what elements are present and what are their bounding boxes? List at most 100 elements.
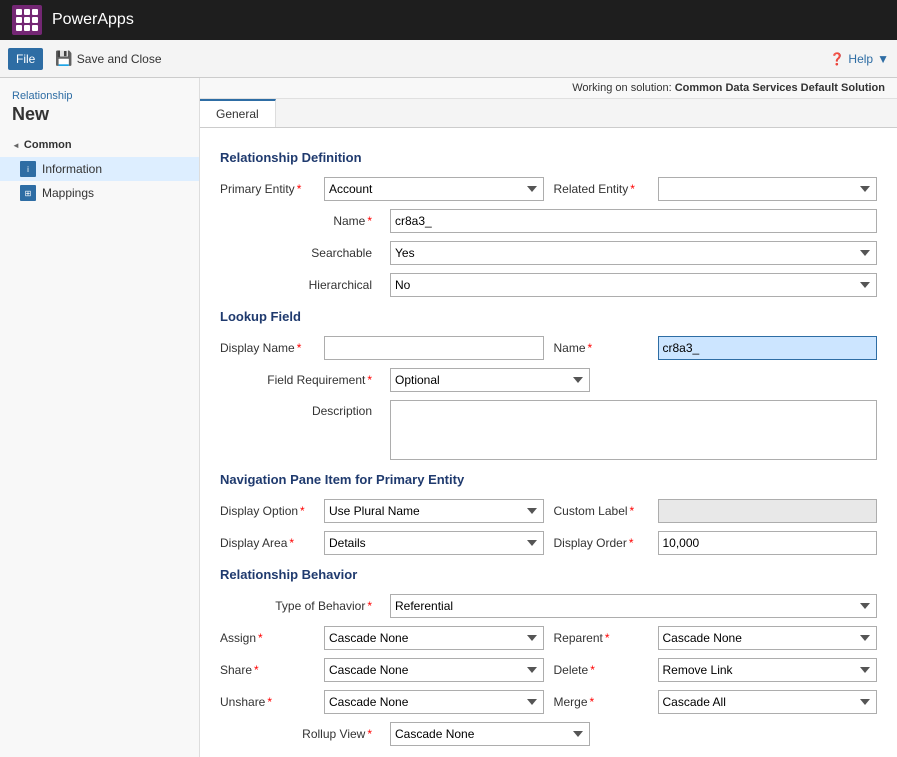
solution-name: Common Data Services Default Solution: [675, 82, 885, 94]
unshare-label: Unshare*: [220, 695, 320, 709]
assign-select[interactable]: Cascade NoneCascade All: [324, 626, 544, 650]
lookup-name-field: [658, 336, 878, 360]
delete-select[interactable]: Remove LinkRestrictCascade All: [658, 658, 878, 682]
display-option-col: Display Option* Use Plural Name Use Cust…: [220, 499, 544, 523]
display-area-row: Display Area* Details Marketing Sales Se…: [220, 531, 877, 555]
reparent-select[interactable]: Cascade NoneCascade All: [658, 626, 878, 650]
form-content: Relationship Definition Primary Entity* …: [200, 128, 897, 757]
name-input[interactable]: [390, 209, 877, 233]
hierarchical-select[interactable]: No Yes: [390, 273, 877, 297]
primary-entity-label: Primary Entity*: [220, 182, 320, 196]
section-navigation-pane: Navigation Pane Item for Primary Entity: [220, 472, 877, 487]
delete-col: Delete* Remove LinkRestrictCascade All: [554, 658, 878, 682]
sidebar-item-mappings-label: Mappings: [42, 186, 94, 200]
sidebar-item-information[interactable]: i Information: [0, 157, 199, 181]
type-behavior-select[interactable]: Referential Parental Configurable Cascad…: [390, 594, 877, 618]
custom-label-label: Custom Label*: [554, 504, 654, 518]
reparent-field: Cascade NoneCascade All: [658, 626, 878, 650]
description-textarea[interactable]: [390, 400, 877, 460]
field-requirement-select[interactable]: Optional Required Recommended: [390, 368, 590, 392]
searchable-row: Searchable Yes No: [220, 241, 877, 265]
type-behavior-label: Type of Behavior*: [220, 599, 380, 613]
display-option-field: Use Plural Name Use Custom Label Do not …: [324, 499, 544, 523]
reparent-col: Reparent* Cascade NoneCascade All: [554, 626, 878, 650]
save-button[interactable]: 💾 Save and Close: [47, 46, 169, 71]
sidebar-item-mappings[interactable]: ⊞ Mappings: [0, 181, 199, 205]
name-field: [390, 209, 877, 233]
lookup-display-name-input[interactable]: [324, 336, 544, 360]
toolbar-left: File 💾 Save and Close: [8, 46, 170, 71]
app-title: PowerApps: [52, 11, 134, 29]
sidebar-record-name: New: [0, 104, 199, 133]
lookup-display-name-field: [324, 336, 544, 360]
sidebar: Relationship New Common i Information ⊞ …: [0, 78, 200, 757]
lookup-display-name-col: Display Name*: [220, 336, 544, 360]
display-option-row: Display Option* Use Plural Name Use Cust…: [220, 499, 877, 523]
assign-label: Assign*: [220, 631, 320, 645]
display-area-field: Details Marketing Sales Service: [324, 531, 544, 555]
field-requirement-field: Optional Required Recommended: [390, 368, 590, 392]
delete-label: Delete*: [554, 663, 654, 677]
toolbar-right[interactable]: ❓ Help ▼: [829, 52, 889, 66]
display-option-label: Display Option*: [220, 504, 320, 518]
display-order-field: [658, 531, 878, 555]
display-option-select[interactable]: Use Plural Name Use Custom Label Do not …: [324, 499, 544, 523]
share-field: Cascade NoneCascade All: [324, 658, 544, 682]
related-entity-col: Related Entity*: [554, 177, 878, 201]
share-select[interactable]: Cascade NoneCascade All: [324, 658, 544, 682]
searchable-label: Searchable: [220, 246, 380, 260]
lookup-name-row: Display Name* Name*: [220, 336, 877, 360]
toolbar: File 💾 Save and Close ❓ Help ▼: [0, 40, 897, 78]
display-order-input[interactable]: [658, 531, 878, 555]
app-grid-icon[interactable]: [12, 5, 42, 35]
help-label: Help: [848, 52, 873, 66]
description-row: Description: [220, 400, 877, 460]
help-dropdown-icon: ▼: [877, 52, 889, 66]
hierarchical-label: Hierarchical: [220, 278, 380, 292]
merge-select[interactable]: Cascade AllCascade None: [658, 690, 878, 714]
delete-field: Remove LinkRestrictCascade All: [658, 658, 878, 682]
custom-label-input[interactable]: [658, 499, 878, 523]
reparent-label: Reparent*: [554, 631, 654, 645]
related-entity-select[interactable]: [658, 177, 878, 201]
share-label: Share*: [220, 663, 320, 677]
top-bar: PowerApps: [0, 0, 897, 40]
save-close-label: Save and Close: [77, 52, 162, 66]
primary-entity-select[interactable]: Account: [324, 177, 544, 201]
unshare-merge-row: Unshare* Cascade NoneCascade All Merge*: [220, 690, 877, 714]
merge-col: Merge* Cascade AllCascade None: [554, 690, 878, 714]
related-entity-field: [658, 177, 878, 201]
lookup-name-col: Name*: [554, 336, 878, 360]
section-lookup-field: Lookup Field: [220, 309, 877, 324]
display-area-select[interactable]: Details Marketing Sales Service: [324, 531, 544, 555]
lookup-name-input[interactable]: [658, 336, 878, 360]
description-field: [390, 400, 877, 460]
mappings-icon: ⊞: [20, 185, 36, 201]
custom-label-field: [658, 499, 878, 523]
display-area-label: Display Area*: [220, 536, 320, 550]
display-area-col: Display Area* Details Marketing Sales Se…: [220, 531, 544, 555]
file-button[interactable]: File: [8, 48, 43, 70]
sidebar-item-information-label: Information: [42, 162, 102, 176]
rollup-field: Cascade NoneCascade All: [390, 722, 590, 746]
description-label: Description: [220, 400, 380, 418]
grid-dots: [16, 9, 38, 31]
field-requirement-row: Field Requirement* Optional Required Rec…: [220, 368, 877, 392]
rollup-select[interactable]: Cascade NoneCascade All: [390, 722, 590, 746]
searchable-field: Yes No: [390, 241, 877, 265]
unshare-select[interactable]: Cascade NoneCascade All: [324, 690, 544, 714]
sidebar-section-header[interactable]: Common: [0, 133, 199, 157]
share-col: Share* Cascade NoneCascade All: [220, 658, 544, 682]
display-order-col: Display Order*: [554, 531, 878, 555]
section-relationship-definition: Relationship Definition: [220, 150, 877, 165]
help-circle-icon: ❓: [829, 52, 844, 66]
rollup-row: Rollup View* Cascade NoneCascade All: [220, 722, 877, 746]
name-label: Name*: [220, 214, 380, 228]
tab-general[interactable]: General: [200, 99, 276, 127]
primary-entity-field: Account: [324, 177, 544, 201]
floppy-disk-icon: 💾: [55, 50, 72, 67]
unshare-field: Cascade NoneCascade All: [324, 690, 544, 714]
searchable-select[interactable]: Yes No: [390, 241, 877, 265]
hierarchical-field: No Yes: [390, 273, 877, 297]
unshare-col: Unshare* Cascade NoneCascade All: [220, 690, 544, 714]
